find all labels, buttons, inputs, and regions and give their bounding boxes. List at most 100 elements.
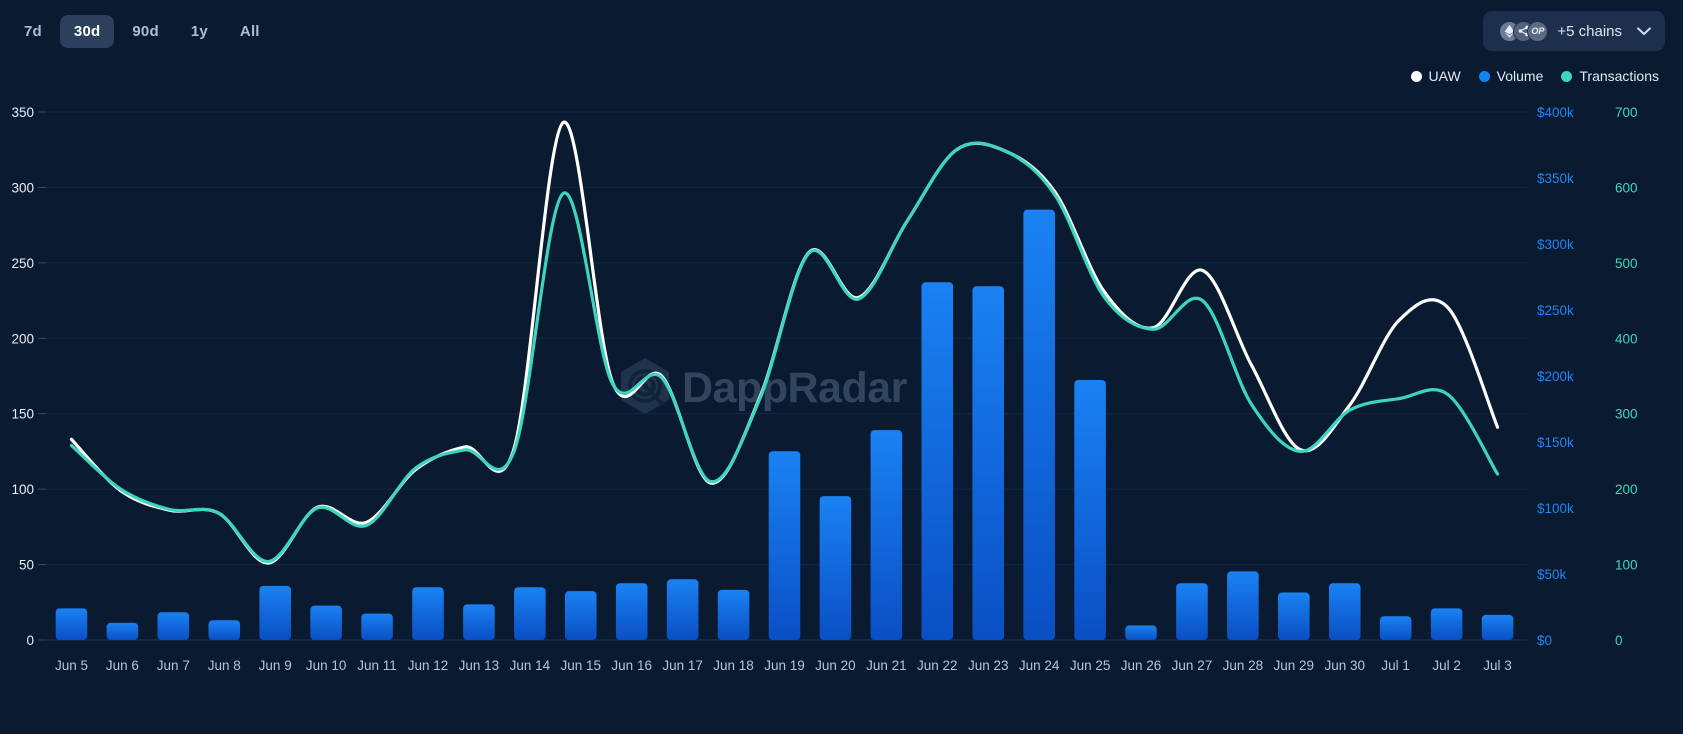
volume-bar[interactable]: [972, 286, 1005, 640]
axis-tick-label: $350k: [1537, 171, 1574, 186]
volume-bar[interactable]: [463, 604, 495, 640]
volume-bar[interactable]: [1379, 616, 1412, 640]
x-axis-tick-label: Jun 19: [764, 658, 805, 673]
dappradar-chart-panel: 7d 30d 90d 1y All OP +5 chains UAW Volum…: [0, 0, 1683, 734]
volume-bar[interactable]: [1328, 583, 1361, 640]
x-axis-tick-label: Jun 14: [510, 658, 551, 673]
axis-tick-label: $250k: [1537, 303, 1574, 318]
chart-toolbar: 7d 30d 90d 1y All OP +5 chains: [0, 0, 1683, 62]
chain-icon-stack: OP: [1499, 20, 1549, 42]
volume-bar[interactable]: [717, 589, 750, 640]
volume-bar[interactable]: [564, 591, 597, 640]
x-axis-tick-label: Jun 7: [157, 658, 190, 673]
chain-selector-dropdown[interactable]: OP +5 chains: [1483, 11, 1665, 51]
chain-selector-label: +5 chains: [1557, 22, 1622, 40]
x-axis-tick-label: Jun 5: [55, 658, 88, 673]
legend-item-volume[interactable]: Volume: [1478, 68, 1544, 84]
volume-bar[interactable]: [1074, 379, 1106, 640]
volume-bar[interactable]: [106, 622, 139, 640]
x-axis-tick-label: Jul 1: [1381, 658, 1410, 673]
x-axis-tick-label: Jun 27: [1172, 658, 1213, 673]
axis-tick-label: 150: [11, 407, 34, 422]
volume-bar[interactable]: [208, 620, 241, 640]
volume-bar[interactable]: [412, 587, 444, 640]
x-axis-tick-label: Jun 24: [1019, 658, 1060, 673]
x-axis-tick-label: Jun 29: [1274, 658, 1315, 673]
axis-tick-label: 400: [1615, 331, 1638, 346]
volume-bar[interactable]: [361, 613, 393, 640]
volume-bar[interactable]: [514, 587, 546, 640]
time-range-all[interactable]: All: [226, 15, 274, 48]
time-range-group: 7d 30d 90d 1y All: [10, 14, 274, 48]
legend-dot-uaw: [1410, 70, 1422, 82]
time-range-1y[interactable]: 1y: [177, 15, 222, 48]
x-axis-tick-label: Jun 10: [306, 658, 347, 673]
volume-bar[interactable]: [1481, 614, 1514, 640]
axis-tick-label: 100: [1615, 558, 1638, 573]
volume-bar[interactable]: [1176, 583, 1208, 640]
x-axis-tick-label: Jun 15: [561, 658, 602, 673]
x-axis-tick-label: Jun 22: [917, 658, 958, 673]
x-axis-tick-label: Jun 23: [968, 658, 1009, 673]
legend-label: Transactions: [1579, 68, 1659, 84]
axis-tick-label: 100: [11, 482, 34, 497]
volume-bar[interactable]: [666, 579, 699, 640]
volume-bar[interactable]: [1125, 625, 1157, 640]
x-axis-tick-label: Jun 16: [611, 658, 652, 673]
legend-item-transactions[interactable]: Transactions: [1561, 68, 1659, 84]
legend-item-uaw[interactable]: UAW: [1410, 68, 1461, 84]
x-axis-tick-label: Jun 30: [1324, 658, 1365, 673]
x-axis-tick-label: Jul 3: [1483, 658, 1512, 673]
x-axis-tick-label: Jun 9: [259, 658, 292, 673]
axis-tick-label: 50: [19, 558, 34, 573]
x-axis-tick-label: Jun 25: [1070, 658, 1111, 673]
transactions-axis-labels: 0 100 200 300 400 500 600 700: [1615, 105, 1638, 648]
axis-tick-label: 600: [1615, 180, 1638, 195]
volume-bar[interactable]: [1023, 209, 1055, 640]
axis-tick-label: 0: [26, 633, 34, 648]
volume-bar[interactable]: [819, 496, 852, 640]
axis-tick-label: 250: [11, 256, 34, 271]
chart-plot-area: 0 50 100 150 200 250 300 350 $0 $50k $100k $150k $2…: [0, 94, 1683, 694]
legend-label: Volume: [1496, 68, 1544, 84]
volume-bar[interactable]: [55, 608, 88, 640]
left-axis-labels: 0 50 100 150 200 250 300 350: [11, 105, 46, 648]
axis-tick-label: 300: [1615, 407, 1638, 422]
x-axis-tick-label: Jun 6: [106, 658, 139, 673]
legend-dot-transactions: [1561, 70, 1573, 82]
volume-bar[interactable]: [1430, 608, 1463, 640]
volume-bar[interactable]: [259, 585, 291, 640]
volume-bar[interactable]: [870, 430, 903, 640]
volume-bar[interactable]: [768, 451, 801, 640]
volume-bar[interactable]: [310, 605, 342, 640]
volume-bars: [55, 209, 1514, 640]
optimism-icon: OP: [1527, 20, 1549, 42]
axis-tick-label: 300: [11, 180, 34, 195]
axis-tick-label: $50k: [1537, 567, 1567, 582]
chart-legend: UAW Volume Transactions: [1410, 68, 1659, 84]
volume-bar[interactable]: [157, 612, 190, 640]
x-axis-tick-label: Jun 28: [1223, 658, 1264, 673]
axis-tick-label: $300k: [1537, 237, 1574, 252]
x-axis-labels: Jun 5 Jun 6 Jun 7 Jun 8 Jun 9 Jun 10 Jun 11 Jun…: [55, 658, 1512, 673]
legend-label: UAW: [1428, 68, 1461, 84]
x-axis-tick-label: Jul 2: [1432, 658, 1461, 673]
axis-tick-label: $400k: [1537, 105, 1574, 120]
volume-bar[interactable]: [1227, 571, 1259, 640]
axis-tick-label: 500: [1615, 256, 1638, 271]
volume-bar[interactable]: [921, 282, 954, 640]
x-axis-tick-label: Jun 26: [1121, 658, 1162, 673]
axis-tick-label: 0: [1615, 633, 1623, 648]
axis-tick-label: $200k: [1537, 369, 1574, 384]
axis-tick-label: $100k: [1537, 501, 1574, 516]
axis-tick-label: 200: [1615, 482, 1638, 497]
time-range-7d[interactable]: 7d: [10, 15, 56, 48]
time-range-30d[interactable]: 30d: [59, 14, 115, 48]
axis-tick-label: $0: [1537, 633, 1552, 648]
volume-bar[interactable]: [615, 583, 648, 640]
axis-tick-label: 700: [1615, 105, 1638, 120]
axis-tick-label: 350: [11, 105, 34, 120]
x-axis-tick-label: Jun 17: [662, 658, 703, 673]
volume-bar[interactable]: [1278, 592, 1310, 640]
time-range-90d[interactable]: 90d: [118, 15, 172, 48]
